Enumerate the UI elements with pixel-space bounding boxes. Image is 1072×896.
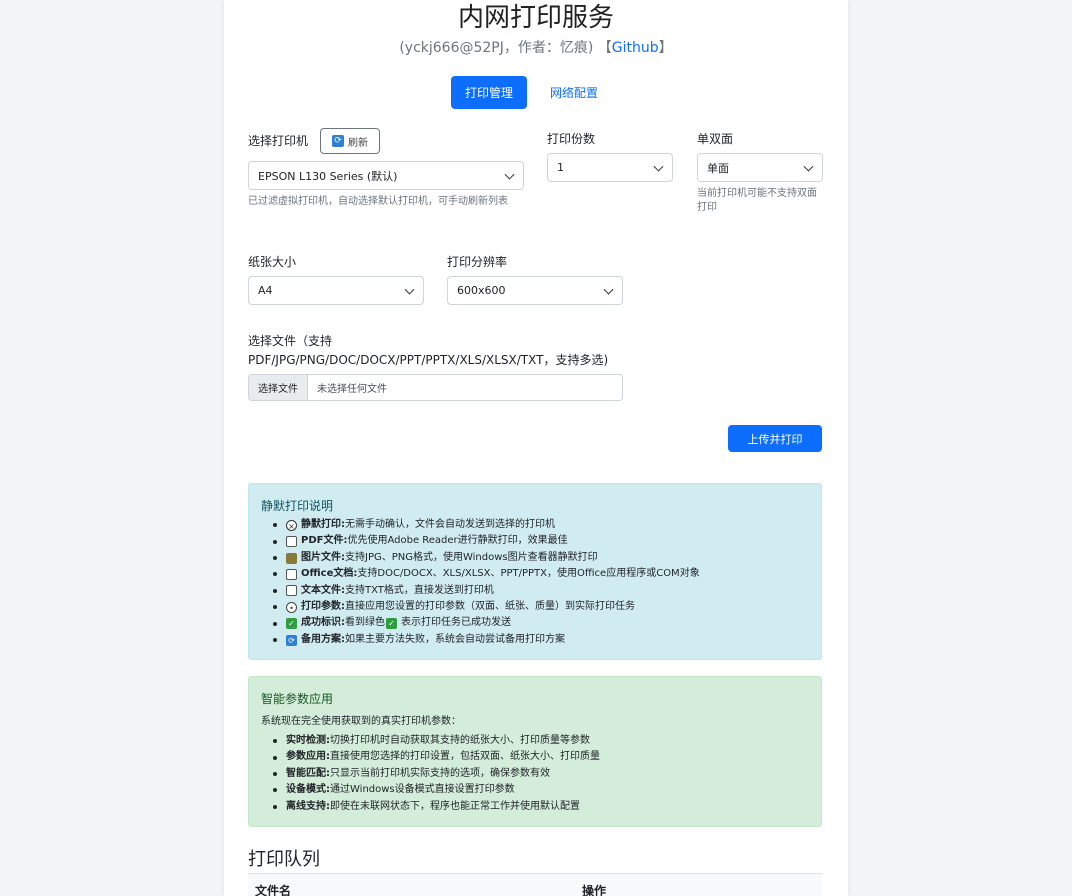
- resolution-select[interactable]: 600x600: [447, 276, 623, 305]
- list-item: • 打印参数: 直接应用您设置的打印参数（双面、纸张、质量）到实际打印任务: [273, 599, 700, 615]
- duplex-select-value: 单面: [707, 161, 729, 175]
- refresh-button-label: 刷新: [348, 137, 368, 149]
- file-input-status: 未选择任何文件: [317, 384, 387, 395]
- refresh-icon: ⟳: [332, 135, 344, 147]
- smart-params-title: 智能参数应用: [261, 692, 334, 706]
- tab-network-config[interactable]: 网络配置: [539, 76, 609, 109]
- main-card: 内网打印服务 (yckj666@52PJ，作者：忆痕) 【Github】 打印管…: [224, 0, 848, 896]
- upload-print-button[interactable]: 上传并打印: [728, 425, 822, 452]
- printer-select-value: EPSON L130 Series (默认): [258, 169, 398, 183]
- choose-file-button[interactable]: 选择文件: [249, 375, 308, 400]
- chevron-down-icon: [803, 161, 814, 172]
- text-file-icon: [286, 585, 297, 597]
- check-icon: ✓: [386, 618, 397, 630]
- file-input[interactable]: 选择文件 未选择任何文件: [248, 374, 623, 401]
- print-queue-title: 打印队列: [248, 849, 320, 870]
- chevron-down-icon: [504, 169, 515, 180]
- smart-params-intro: 系统现在完全使用获取到的真实打印机参数：: [261, 716, 461, 727]
- check-icon: ✓: [286, 618, 297, 630]
- copies-select-value: 1: [557, 161, 564, 174]
- page-title: 内网打印服务: [457, 3, 614, 33]
- refresh-printers-button[interactable]: ⟳ 刷新: [320, 128, 380, 154]
- list-item: 智能匹配: 只显示当前打印机实际支持的选项，确保参数有效: [273, 766, 600, 782]
- office-doc-icon: [286, 568, 297, 580]
- refresh-icon: ⟳: [286, 634, 297, 646]
- list-item: 设备模式: 通过Windows设备模式直接设置打印参数: [273, 782, 600, 798]
- column-filename: 文件名: [255, 884, 292, 896]
- list-item: 文本文件: 支持TXT格式，直接发送到打印机: [273, 583, 700, 599]
- file-label-line1: 选择文件（支持: [248, 334, 333, 348]
- list-item: 离线支持: 即使在未联网状态下，程序也能正常工作并使用默认配置: [273, 799, 600, 815]
- silent-print-info-panel: 静默打印说明 × 静默打印: 无需手动确认，文件会自动发送到选择的打印机 PDF文…: [248, 483, 822, 660]
- chevron-down-icon: [404, 284, 415, 295]
- image-file-icon: [286, 552, 297, 564]
- duplex-label: 单双面: [697, 132, 734, 146]
- paper-size-label: 纸张大小: [248, 255, 297, 269]
- list-item: 图片文件: 支持JPG、PNG格式，使用Windows图片查看器静默打印: [273, 550, 700, 566]
- page-subtitle: (yckj666@52PJ，作者：忆痕) 【Github】: [224, 37, 848, 57]
- subtitle-author: (yckj666@52PJ，作者：忆痕) 【: [399, 40, 612, 56]
- list-item: 参数应用: 直接使用您选择的打印设置，包括双面、纸张大小、打印质量: [273, 749, 600, 765]
- list-item: ✓ 成功标识: 看到绿色 ✓ 表示打印任务已成功发送: [273, 615, 700, 631]
- list-item: ⟳ 备用方案: 如果主要方法失败，系统会自动尝试备用打印方案: [273, 632, 700, 648]
- silent-print-list: × 静默打印: 无需手动确认，文件会自动发送到选择的打印机 PDF文件: 优先使用…: [273, 517, 700, 648]
- duplex-hint: 当前打印机可能不支持双面打印: [697, 188, 817, 213]
- list-item: 实时检测: 切换打印机时自动获取其支持的纸张大小、打印质量等参数: [273, 733, 600, 749]
- chevron-down-icon: [603, 284, 614, 295]
- chevron-down-icon: [653, 161, 664, 172]
- settings-icon: •: [286, 601, 297, 613]
- paper-size-value: A4: [258, 284, 273, 297]
- list-item: Office文档: 支持DOC/DOCX、XLS/XLSX、PPT/PPTX，使…: [273, 566, 700, 582]
- smart-params-panel: 智能参数应用 系统现在完全使用获取到的真实打印机参数： 实时检测: 切换打印机时…: [248, 676, 822, 827]
- list-item: PDF文件: 优先使用Adobe Reader进行静默打印，效果最佳: [273, 533, 700, 549]
- printer-hint: 已过滤虚拟打印机，自动选择默认打印机，可手动刷新列表: [248, 196, 508, 207]
- column-actions: 操作: [582, 884, 607, 896]
- resolution-value: 600x600: [457, 284, 506, 297]
- mute-icon: ×: [286, 519, 297, 531]
- paper-size-select[interactable]: A4: [248, 276, 424, 305]
- pdf-file-icon: [286, 536, 297, 548]
- printer-label: 选择打印机: [248, 134, 309, 148]
- github-link[interactable]: Github: [612, 40, 659, 56]
- subtitle-suffix: 】: [658, 40, 673, 56]
- list-item: × 静默打印: 无需手动确认，文件会自动发送到选择的打印机: [273, 517, 700, 533]
- duplex-select[interactable]: 单面: [697, 153, 823, 182]
- resolution-label: 打印分辨率: [447, 255, 508, 269]
- copies-label: 打印份数: [547, 132, 596, 146]
- smart-params-list: 实时检测: 切换打印机时自动获取其支持的纸张大小、打印质量等参数 参数应用: 直…: [273, 733, 600, 815]
- copies-select[interactable]: 1: [547, 153, 673, 182]
- silent-print-title: 静默打印说明: [261, 499, 334, 513]
- print-queue-table-header: 文件名 操作: [248, 873, 822, 896]
- printer-select[interactable]: EPSON L130 Series (默认): [248, 161, 524, 190]
- tab-print-management[interactable]: 打印管理: [451, 76, 527, 109]
- file-label-line2: PDF/JPG/PNG/DOC/DOCX/PPT/PPTX/XLS/XLSX/T…: [248, 353, 609, 367]
